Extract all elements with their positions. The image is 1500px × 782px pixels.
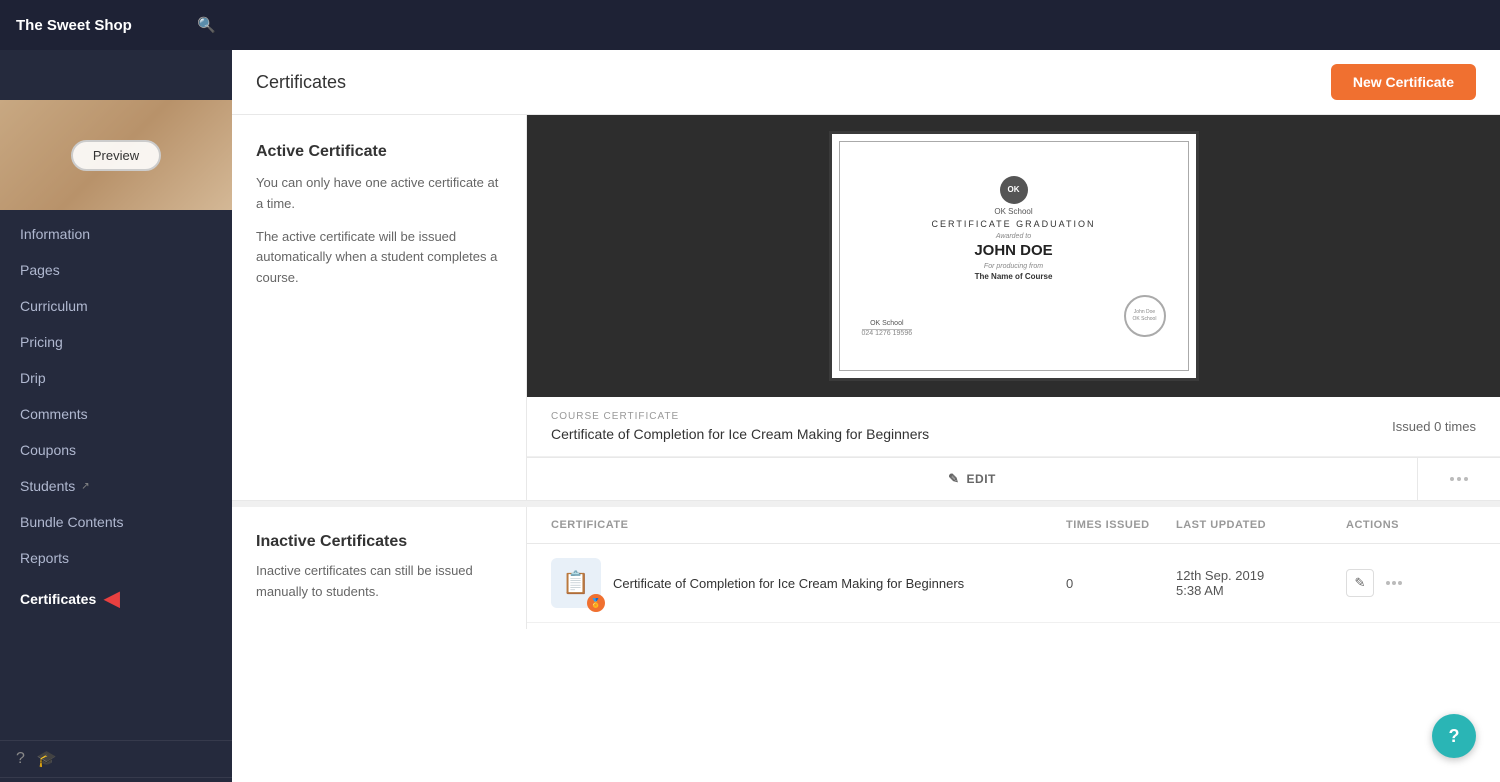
- cert-info-row: COURSE CERTIFICATE Certificate of Comple…: [527, 397, 1500, 457]
- cert-preview-container: OK OK School Certificate Graduation Awar…: [527, 115, 1500, 397]
- sidebar-item-label: Drip: [20, 370, 46, 386]
- issued-count: Issued 0 times: [1392, 419, 1476, 434]
- cert-actions-row: ✎ EDIT: [527, 457, 1500, 500]
- cert-paper: OK OK School Certificate Graduation Awar…: [829, 131, 1199, 381]
- sidebar-item-bundle-contents[interactable]: Bundle Contents: [0, 504, 232, 540]
- times-issued-cell: 0: [1066, 576, 1176, 591]
- sidebar-item-label: Certificates: [20, 591, 96, 607]
- sidebar-item-curriculum[interactable]: Curriculum: [0, 288, 232, 324]
- cert-badge-icon: 🏅: [587, 594, 605, 612]
- cert-more-options[interactable]: [1418, 458, 1500, 500]
- inactive-cert-description: Inactive certificates can still be issue…: [256, 561, 502, 603]
- preview-button[interactable]: Preview: [71, 140, 161, 171]
- cert-school-badge: OK: [1000, 176, 1028, 204]
- sidebar-item-pages[interactable]: Pages: [0, 252, 232, 288]
- sidebar-item-label: Information: [20, 226, 90, 242]
- sidebar-preview-area: Preview: [0, 100, 232, 210]
- sidebar-item-label: Students: [20, 478, 75, 494]
- cert-thumbnail: 📋 🏅: [551, 558, 601, 608]
- sidebar-item-label: Comments: [20, 406, 88, 422]
- table-row: 📋 🏅 Certificate of Completion for Ice Cr…: [527, 544, 1500, 623]
- sidebar-item-label: Curriculum: [20, 298, 88, 314]
- inactive-cert-desc: Inactive Certificates Inactive certifica…: [232, 507, 527, 629]
- active-arrow-icon: ◀: [104, 586, 119, 611]
- inactive-cert-name: Certificate of Completion for Ice Cream …: [613, 576, 964, 591]
- sidebar-item-certificates[interactable]: Certificates ◀: [0, 576, 232, 621]
- help-sidebar-icon[interactable]: ?: [16, 750, 25, 768]
- sidebar-item-coupons[interactable]: Coupons: [0, 432, 232, 468]
- cert-full-name: Certificate of Completion for Ice Cream …: [551, 426, 929, 442]
- row-edit-icon: ✎: [1355, 575, 1366, 591]
- edit-cert-button[interactable]: ✎ EDIT: [527, 458, 1417, 500]
- sidebar-item-label: Pages: [20, 262, 60, 278]
- user-footer: T Taylor @ Teachable ⋮: [0, 777, 232, 782]
- col-certificate: CERTIFICATE: [551, 519, 1066, 531]
- sidebar-item-students[interactable]: Students ↗: [0, 468, 232, 504]
- cert-course-name: The Name of Course: [975, 272, 1053, 281]
- brand-name: The Sweet Shop: [16, 17, 132, 34]
- sidebar-item-label: Bundle Contents: [20, 514, 124, 530]
- active-cert-desc1: You can only have one active certificate…: [256, 173, 502, 215]
- row-actions-cell: ✎: [1346, 569, 1476, 597]
- sidebar-item-information[interactable]: Information: [0, 216, 232, 252]
- search-icon[interactable]: 🔍: [197, 16, 216, 34]
- row-edit-button[interactable]: ✎: [1346, 569, 1374, 597]
- edit-pencil-icon: ✎: [948, 471, 959, 487]
- sidebar-item-comments[interactable]: Comments: [0, 396, 232, 432]
- cert-sig-left: OK School 024 1276 19596: [862, 320, 913, 337]
- page-header: Certificates New Certificate: [232, 50, 1500, 115]
- sidebar-item-reports[interactable]: Reports: [0, 540, 232, 576]
- graduation-icon[interactable]: 🎓: [37, 749, 57, 769]
- sidebar-nav: Information Pages Curriculum Pricing Dri…: [0, 210, 232, 740]
- inactive-certs-section: Inactive Certificates Inactive certifica…: [232, 501, 1500, 629]
- inactive-certs-table: CERTIFICATE TIMES ISSUED LAST UPDATED AC…: [527, 507, 1500, 629]
- cert-thumbnail-icon: 📋: [562, 570, 589, 596]
- cert-school-name: OK School: [994, 207, 1032, 216]
- active-cert-card: OK OK School Certificate Graduation Awar…: [527, 115, 1500, 500]
- question-mark-icon: ?: [1449, 726, 1460, 747]
- sidebar-item-label: Reports: [20, 550, 69, 566]
- active-cert-desc2: The active certificate will be issued au…: [256, 227, 502, 289]
- course-cert-label: COURSE CERTIFICATE: [551, 411, 929, 422]
- inactive-cert-heading: Inactive Certificates: [256, 533, 502, 551]
- col-actions: ACTIONS: [1346, 519, 1476, 531]
- cert-stamp: John DoeOK School: [1124, 295, 1166, 337]
- cert-student-name: JOHN DOE: [974, 242, 1052, 259]
- active-cert-heading: Active Certificate: [256, 143, 502, 161]
- sidebar-item-label: Coupons: [20, 442, 76, 458]
- help-button[interactable]: ?: [1432, 714, 1476, 758]
- new-certificate-button[interactable]: New Certificate: [1331, 64, 1476, 100]
- cert-for-label: For producing from: [984, 263, 1043, 270]
- table-cert-name-cell: 📋 🏅 Certificate of Completion for Ice Cr…: [551, 558, 1066, 608]
- external-link-icon: ↗: [81, 481, 89, 492]
- cert-awarded-label: Awarded to: [996, 233, 1031, 240]
- sidebar-item-label: Pricing: [20, 334, 63, 350]
- last-updated-cell: 12th Sep. 2019 5:38 AM: [1176, 568, 1346, 598]
- row-more-button[interactable]: [1382, 577, 1406, 589]
- col-times-issued: TIMES ISSUED: [1066, 519, 1176, 531]
- page-title: Certificates: [256, 72, 346, 93]
- sidebar-item-drip[interactable]: Drip: [0, 360, 232, 396]
- sidebar-item-pricing[interactable]: Pricing: [0, 324, 232, 360]
- active-certificate-section: Active Certificate You can only have one…: [232, 115, 1500, 501]
- cert-title: Certificate Graduation: [931, 219, 1095, 229]
- table-header: CERTIFICATE TIMES ISSUED LAST UPDATED AC…: [527, 507, 1500, 544]
- col-last-updated: LAST UPDATED: [1176, 519, 1346, 531]
- active-cert-desc: Active Certificate You can only have one…: [232, 115, 527, 500]
